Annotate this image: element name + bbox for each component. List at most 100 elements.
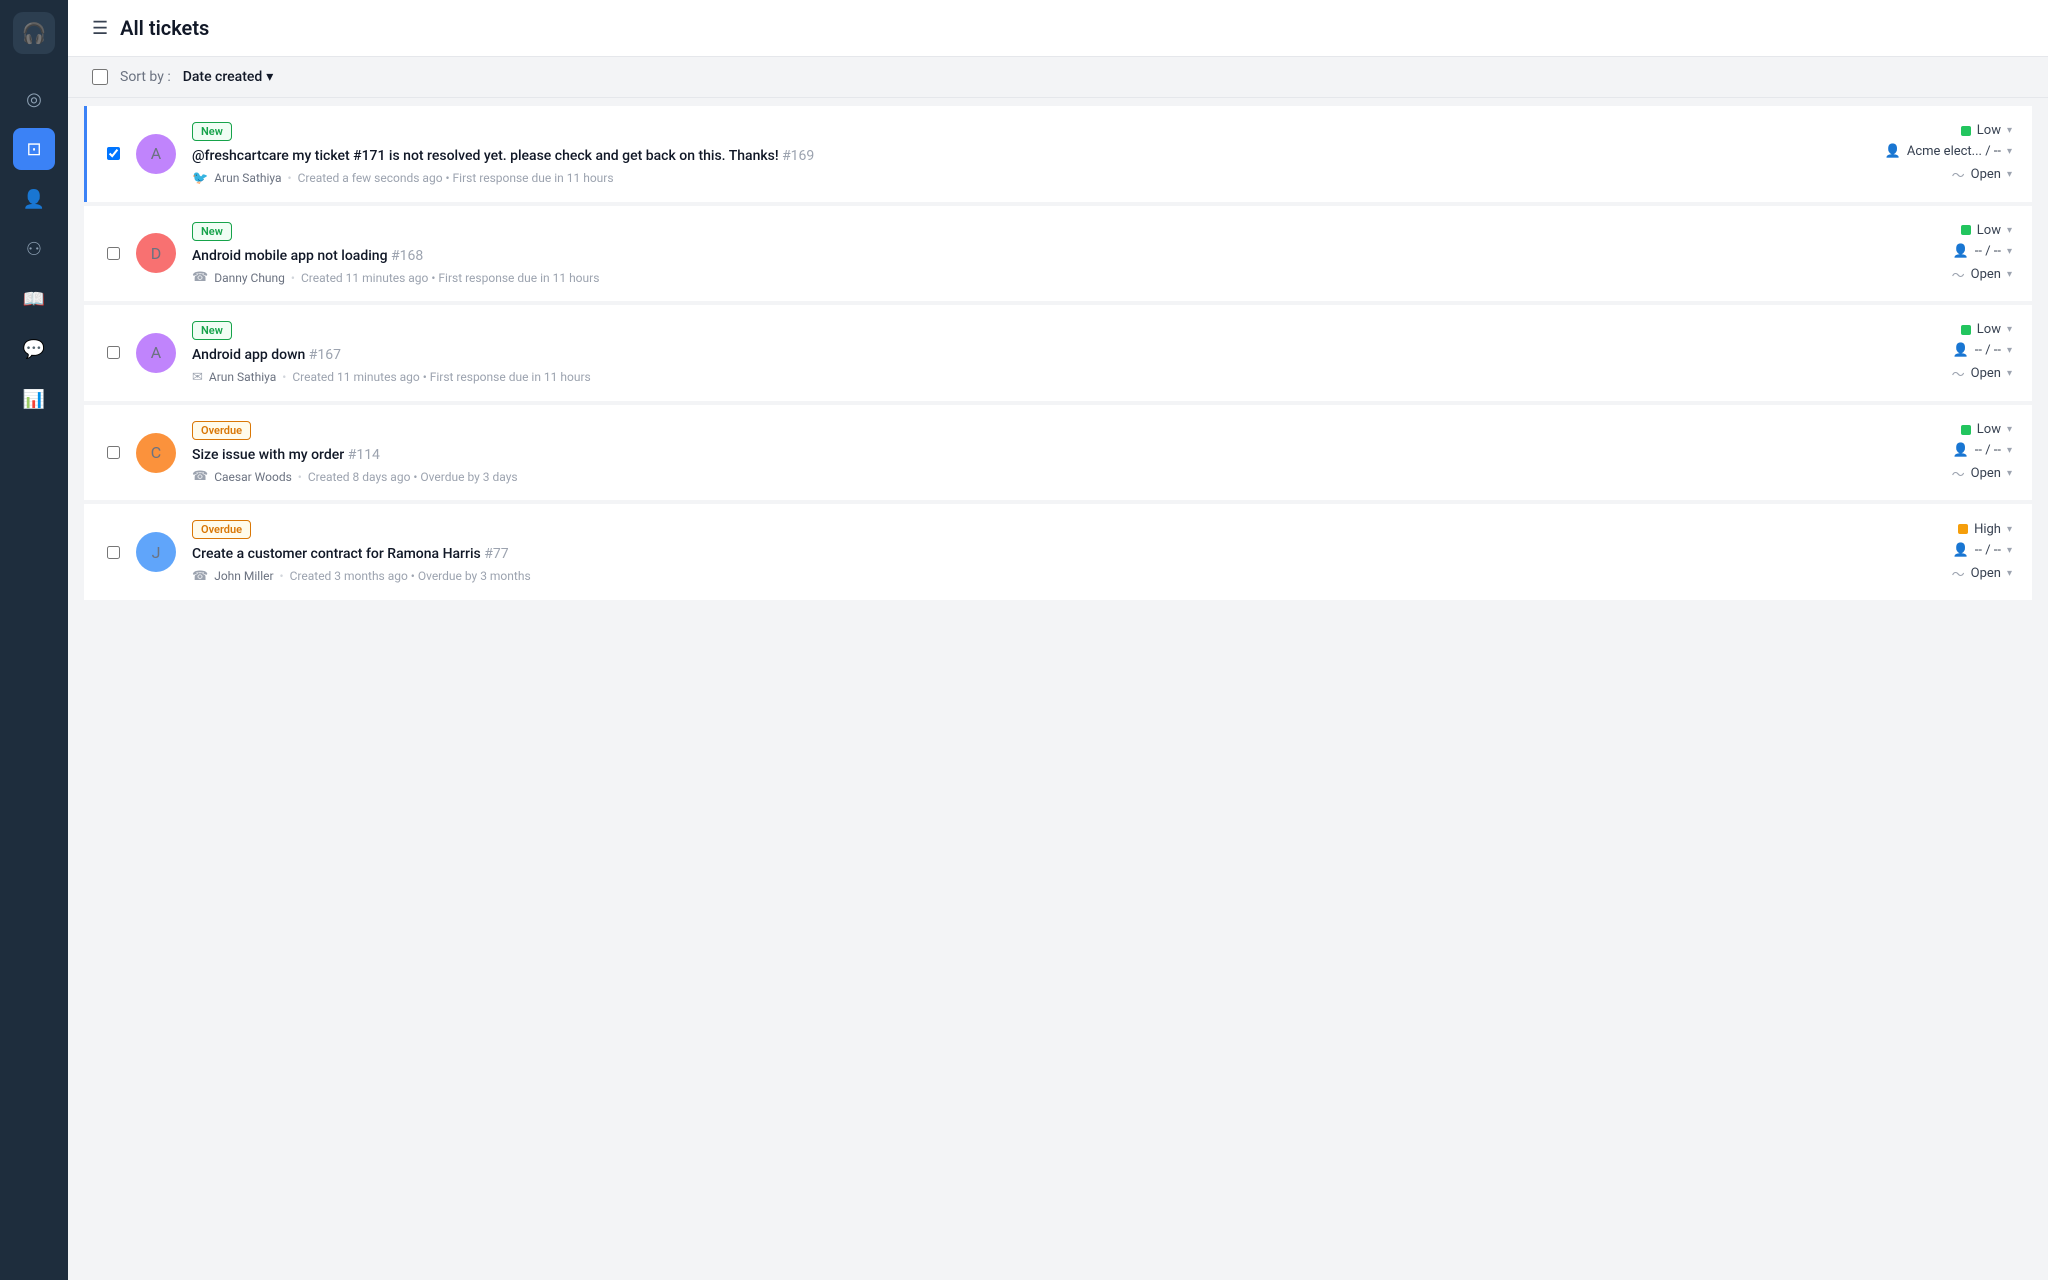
assignee-dropdown[interactable]: 👤 -- / -- ▾ (1953, 343, 2012, 358)
ticket-subject[interactable]: @freshcartcare my ticket #171 is not res… (192, 147, 1836, 167)
ticket-checkbox[interactable] (107, 446, 120, 459)
avatar: A (136, 333, 176, 373)
sort-dropdown[interactable]: Date created ▾ (183, 69, 274, 85)
priority-dot-icon (1961, 425, 1971, 435)
ticket-right: Low ▾ 👤 -- / -- ▾ 〜 Open ▾ (1852, 422, 2012, 483)
page-title: All tickets (120, 16, 209, 40)
ticket-meta: ✉ Arun Sathiya • Created 11 minutes ago … (192, 370, 1836, 385)
ticket-right: High ▾ 👤 -- / -- ▾ 〜 Open ▾ (1852, 522, 2012, 583)
priority-dropdown[interactable]: Low ▾ (1961, 123, 2012, 138)
priority-dropdown[interactable]: Low ▾ (1961, 422, 2012, 437)
status-label: Open (1971, 267, 2001, 282)
assignee-label: -- / -- (1975, 443, 2001, 458)
select-all-checkbox[interactable] (92, 69, 108, 85)
ticket-card[interactable]: J Overdue Create a customer contract for… (84, 504, 2032, 600)
channel-icon: ☎ (192, 469, 208, 484)
assignee-label: -- / -- (1975, 543, 2001, 558)
ticket-meta: 🐦 Arun Sathiya • Created a few seconds a… (192, 171, 1836, 186)
person-icon: 👤 (1953, 443, 1969, 458)
sidebar-item-home[interactable]: ◎ (13, 78, 55, 120)
ticket-top: New (192, 222, 1836, 241)
channel-icon: ☎ (192, 270, 208, 285)
toolbar: Sort by : Date created ▾ (68, 57, 2048, 98)
priority-label: Low (1977, 322, 2001, 337)
status-label: Open (1971, 167, 2001, 182)
status-dropdown[interactable]: 〜 Open ▾ (1952, 564, 2012, 583)
status-badge: Overdue (192, 520, 251, 539)
ticket-subject[interactable]: Size issue with my order #114 (192, 446, 1836, 466)
assignee-chevron-icon: ▾ (2007, 445, 2012, 456)
priority-dropdown[interactable]: Low ▾ (1961, 223, 2012, 238)
assignee-chevron-icon: ▾ (2007, 345, 2012, 356)
assignee-dropdown[interactable]: 👤 -- / -- ▾ (1953, 543, 2012, 558)
ticket-subject[interactable]: Create a customer contract for Ramona Ha… (192, 545, 1836, 565)
ticket-time: Created 8 days ago • Overdue by 3 days (308, 470, 518, 484)
ticket-time: Created a few seconds ago • First respon… (298, 171, 614, 185)
person-icon: 👤 (1885, 144, 1901, 159)
status-chevron-icon: ▾ (2007, 269, 2012, 280)
ticket-author: Arun Sathiya (214, 171, 281, 185)
channel-icon: 🐦 (192, 171, 208, 186)
sidebar-item-contacts[interactable]: 👤 (13, 178, 55, 220)
logo-icon: 🎧 (22, 21, 47, 45)
main-content: ☰ All tickets Sort by : Date created ▾ A… (68, 0, 2048, 1280)
avatar: J (136, 532, 176, 572)
ticket-author: Caesar Woods (214, 470, 292, 484)
ticket-list: A New @freshcartcare my ticket #171 is n… (68, 98, 2048, 1280)
ticket-checkbox[interactable] (107, 346, 120, 359)
assignee-label: -- / -- (1975, 343, 2001, 358)
assignee-chevron-icon: ▾ (2007, 545, 2012, 556)
ticket-meta: ☎ John Miller • Created 3 months ago • O… (192, 569, 1836, 584)
priority-chevron-icon: ▾ (2007, 324, 2012, 335)
separator: • (280, 569, 284, 583)
ticket-subject[interactable]: Android mobile app not loading #168 (192, 247, 1836, 267)
ticket-right: Low ▾ 👤 -- / -- ▾ 〜 Open ▾ (1852, 322, 2012, 383)
ticket-card[interactable]: A New @freshcartcare my ticket #171 is n… (84, 106, 2032, 202)
ticket-id: #169 (782, 148, 814, 164)
ticket-body: Overdue Size issue with my order #114 ☎ … (192, 421, 1836, 485)
status-dropdown[interactable]: 〜 Open ▾ (1952, 464, 2012, 483)
assignee-dropdown[interactable]: 👤 Acme elect... / -- ▾ (1885, 144, 2012, 159)
status-dropdown[interactable]: 〜 Open ▾ (1952, 265, 2012, 284)
ticket-card[interactable]: C Overdue Size issue with my order #114 … (84, 405, 2032, 501)
status-chevron-icon: ▾ (2007, 169, 2012, 180)
ticket-card[interactable]: D New Android mobile app not loading #16… (84, 206, 2032, 302)
assignee-dropdown[interactable]: 👤 -- / -- ▾ (1953, 443, 2012, 458)
app-logo: 🎧 (13, 12, 55, 54)
priority-label: Low (1977, 123, 2001, 138)
priority-dropdown[interactable]: High ▾ (1958, 522, 2012, 537)
separator: • (298, 470, 302, 484)
priority-dot-icon (1961, 325, 1971, 335)
status-dropdown[interactable]: 〜 Open ▾ (1952, 165, 2012, 184)
priority-chevron-icon: ▾ (2007, 524, 2012, 535)
ticket-checkbox[interactable] (107, 147, 120, 160)
priority-dropdown[interactable]: Low ▾ (1961, 322, 2012, 337)
sort-label: Sort by : (120, 69, 171, 85)
ticket-checkbox[interactable] (107, 247, 120, 260)
sidebar-item-knowledge[interactable]: 📖 (13, 278, 55, 320)
ticket-card[interactable]: A New Android app down #167 ✉ Arun Sathi… (84, 305, 2032, 401)
person-icon: 👤 (1953, 244, 1969, 259)
avatar: D (136, 233, 176, 273)
ticket-id: #114 (348, 447, 380, 463)
page-header: ☰ All tickets (68, 0, 2048, 57)
sidebar-item-analytics[interactable]: 📊 (13, 378, 55, 420)
status-chevron-icon: ▾ (2007, 468, 2012, 479)
sidebar-item-conversations[interactable]: 💬 (13, 328, 55, 370)
sidebar-item-tickets[interactable]: ⊡ (13, 128, 55, 170)
ticket-top: New (192, 321, 1836, 340)
status-badge: New (192, 321, 232, 340)
ticket-top: Overdue (192, 421, 1836, 440)
sidebar-item-network[interactable]: ⚇ (13, 228, 55, 270)
menu-icon[interactable]: ☰ (92, 18, 108, 39)
assignee-chevron-icon: ▾ (2007, 246, 2012, 257)
ticket-top: Overdue (192, 520, 1836, 539)
priority-dot-icon (1961, 225, 1971, 235)
ticket-checkbox[interactable] (107, 546, 120, 559)
status-badge: New (192, 122, 232, 141)
ticket-subject[interactable]: Android app down #167 (192, 346, 1836, 366)
priority-label: High (1974, 522, 2001, 537)
ticket-body: Overdue Create a customer contract for R… (192, 520, 1836, 584)
status-dropdown[interactable]: 〜 Open ▾ (1952, 364, 2012, 383)
assignee-dropdown[interactable]: 👤 -- / -- ▾ (1953, 244, 2012, 259)
